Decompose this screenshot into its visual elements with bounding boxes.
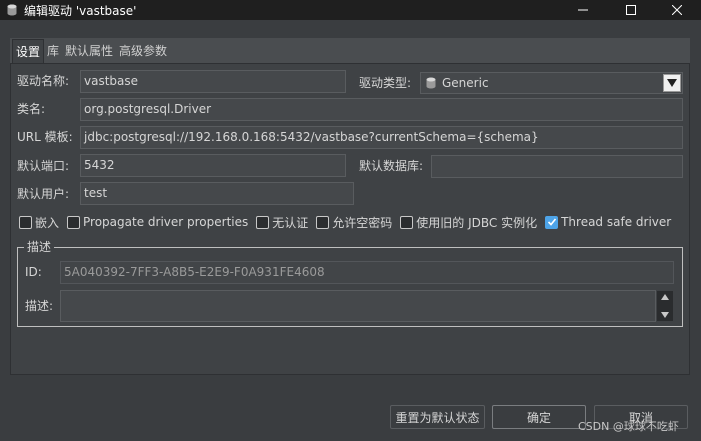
maximize-icon <box>626 5 636 15</box>
default-port-input[interactable]: 5432 <box>80 154 346 177</box>
database-icon <box>426 77 436 89</box>
default-user-input[interactable]: test <box>80 182 354 205</box>
url-template-input[interactable]: jdbc:postgresql://192.168.0.168:5432/vas… <box>80 126 683 149</box>
window-title: 编辑驱动 'vastbase' <box>24 3 137 18</box>
class-name-input[interactable]: org.postgresql.Driver <box>80 98 683 121</box>
minimize-icon <box>578 9 588 11</box>
description-scrollbar[interactable] <box>657 291 673 321</box>
close-icon <box>672 5 682 15</box>
default-user-label: 默认用户: <box>17 187 70 201</box>
checkmark-icon <box>547 218 556 226</box>
description-group-title: 描述 <box>24 240 55 254</box>
class-name-label: 类名: <box>17 102 46 116</box>
default-database-label: 默认数据库: <box>359 159 424 173</box>
tab-default-properties[interactable]: 默认属性 <box>62 39 116 63</box>
database-icon <box>7 4 17 16</box>
tab-advanced-parameters[interactable]: 高级参数 <box>116 39 170 63</box>
tab-settings[interactable]: 设置 <box>12 39 45 63</box>
thread-safe-label: Thread safe driver <box>561 215 672 229</box>
scroll-down-icon[interactable] <box>661 312 669 318</box>
description-label: 描述: <box>25 299 54 313</box>
description-textarea[interactable] <box>60 290 656 322</box>
url-template-label: URL 模板: <box>17 130 73 144</box>
driver-type-label: 驱动类型: <box>359 76 412 90</box>
maximize-button[interactable] <box>608 0 654 20</box>
legacy-jdbc-label: 使用旧的 JDBC 实例化 <box>416 215 538 230</box>
default-port-label: 默认端口: <box>17 159 70 173</box>
driver-type-value: Generic <box>442 76 489 90</box>
thread-safe-checkbox[interactable] <box>545 215 559 229</box>
tab-libraries[interactable]: 库 <box>44 39 62 63</box>
no-auth-label: 无认证 <box>272 215 309 230</box>
tab-bar: 设置 库 默认属性 高级参数 <box>10 38 690 64</box>
default-database-input[interactable] <box>431 155 683 178</box>
no-auth-checkbox[interactable] <box>256 215 270 229</box>
reset-defaults-button[interactable]: 重置为默认状态 <box>390 405 485 429</box>
allow-empty-password-checkbox[interactable] <box>316 215 330 229</box>
chevron-down-icon[interactable] <box>663 74 681 92</box>
id-field[interactable]: 5A040392-7FF3-A8B5-E2E9-F0A931FE4608 <box>60 261 674 284</box>
embedded-label: 嵌入 <box>35 215 60 230</box>
scroll-up-icon[interactable] <box>661 294 669 300</box>
driver-type-select[interactable]: Generic <box>420 72 683 94</box>
minimize-button[interactable] <box>560 0 606 20</box>
propagate-properties-checkbox[interactable] <box>67 215 81 229</box>
driver-name-label: 驱动名称: <box>17 74 70 88</box>
propagate-properties-label: Propagate driver properties <box>83 215 249 229</box>
watermark: CSDN @球球不吃虾 <box>578 420 679 433</box>
ok-button[interactable]: 确定 <box>492 405 586 429</box>
driver-name-input[interactable]: vastbase <box>80 70 346 93</box>
close-button[interactable] <box>654 0 700 20</box>
legacy-jdbc-checkbox[interactable] <box>400 215 414 229</box>
id-label: ID: <box>25 265 42 279</box>
allow-empty-password-label: 允许空密码 <box>332 215 393 230</box>
driver-options: 嵌入 Propagate driver properties 无认证 允许空密码… <box>19 213 679 231</box>
embedded-checkbox[interactable] <box>19 215 32 229</box>
